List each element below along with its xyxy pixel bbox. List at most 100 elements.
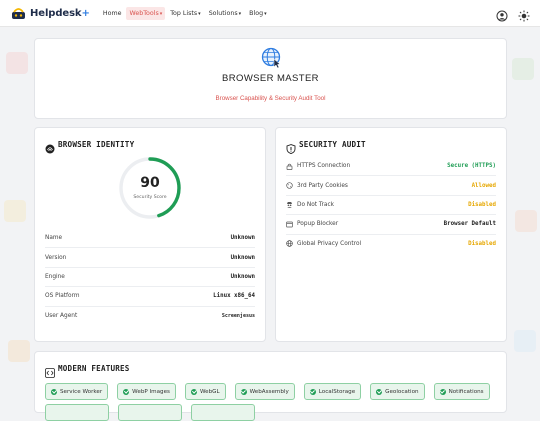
brand-logo[interactable]: Helpdesk + [11,7,90,20]
background-decoration [4,200,26,222]
security-score-value: 90 [140,175,160,191]
globe-icon [286,240,293,248]
card-header: SECURITY AUDIT [286,139,366,155]
nav-link-solutions[interactable]: Solutions▾ [206,7,244,20]
row-label: HTTPS Connection [297,163,351,170]
feature-chip-localstorage: LocalStorage [303,383,362,400]
card-title: SECURITY AUDIT [299,139,366,149]
background-decoration [512,58,534,80]
page-title: BROWSER MASTER [222,73,319,84]
row-value: Unknown [230,254,255,261]
row-label: 3rd Party Cookies [297,182,348,189]
nav-actions [496,7,530,22]
background-decoration [6,52,28,74]
card-header: BROWSER IDENTITY [45,139,134,154]
security-score-label: Security Score [133,195,167,200]
shield-icon [286,139,296,155]
row-value: Screenjesus [221,312,255,319]
feature-chip [45,404,109,421]
nav-link-top-lists[interactable]: Top Lists▾ [167,7,203,20]
row-label: Do Not Track [297,201,335,208]
top-navbar: Helpdesk + Home WebTools▾ Top Lists▾ Sol… [0,0,540,27]
row-label-group: 3rd Party Cookies [286,182,348,189]
lock-icon [286,163,293,170]
row-label-group: Do Not Track [286,201,335,209]
nav-link-blog[interactable]: Blog▾ [246,7,269,20]
card-title: MODERN FEATURES [58,363,130,373]
nav-link-label: WebTools [129,9,159,17]
feature-chip-list: Service Worker WebP Images WebGL WebAsse… [45,383,490,400]
row-label: OS Platform [45,293,80,300]
feature-chip-geolocation: Geolocation [370,383,425,400]
row-value: Browser Default [443,221,496,228]
nav-menu: Home WebTools▾ Top Lists▾ Solutions▾ Blo… [100,6,272,20]
feature-chip-notifications: Notifications [433,383,490,400]
feature-chip-webgl: WebGL [184,383,226,400]
nav-link-label: Top Lists [170,9,198,17]
chevron-down-icon: ▾ [198,10,201,17]
audit-row-cookies: 3rd Party Cookies Allowed [286,176,496,196]
audit-row-https: HTTPS Connection Secure (HTTPS) [286,157,496,177]
feature-chip-service-worker: Service Worker [45,383,109,400]
nav-link-home[interactable]: Home [100,7,125,20]
check-circle-icon [51,388,57,395]
row-label: User Agent [45,312,78,319]
row-label-group: HTTPS Connection [286,163,350,170]
user-account-icon[interactable] [496,7,508,22]
feature-label: LocalStorage [318,388,356,395]
check-circle-icon [123,388,130,395]
row-label: Name [45,235,63,242]
chevron-down-icon: ▾ [238,10,242,17]
row-value: Allowed [471,182,496,189]
background-decoration [514,330,536,352]
nav-link-label: Blog [249,9,264,17]
modern-features-card: MODERN FEATURES Service Worker WebP Imag… [34,351,507,421]
check-circle-icon [376,388,383,395]
row-label: Global Privacy Control [297,240,362,247]
feature-chip [191,404,255,421]
background-decoration [8,340,30,362]
background-decoration [515,210,537,232]
brand-plus: + [81,7,90,19]
audit-row-popup-blocker: Popup Blocker Browser Default [286,215,496,235]
feature-chip-webp: WebP Images [117,383,176,400]
check-circle-icon [190,388,197,395]
code-icon [45,363,55,378]
nav-link-webtools[interactable]: WebTools▾ [126,6,166,20]
row-value: Disabled [468,240,496,247]
row-value: Unknown [230,235,255,242]
feature-label: WebGL [199,388,220,395]
row-value: Unknown [230,273,255,280]
check-circle-icon [240,388,247,395]
identity-row-engine: Engine Unknown [45,268,255,288]
fingerprint-icon [45,139,55,154]
logo-icon [11,7,26,20]
row-label: Version [45,254,67,261]
row-value: Secure (HTTPS) [447,163,496,170]
brand-name: Helpdesk [30,7,82,19]
row-value: Linux x86_64 [213,293,255,300]
audit-row-gpc: Global Privacy Control Disabled [286,235,496,253]
row-label-group: Global Privacy Control [286,240,362,248]
row-value: Disabled [468,201,496,208]
identity-row-name: Name Unknown [45,229,255,249]
check-circle-icon [439,388,446,395]
row-label-group: Popup Blocker [286,221,338,228]
feature-chip-list-row2 [45,404,255,421]
page-subtitle: Browser Capability & Security Audit Tool [215,95,326,102]
card-header: MODERN FEATURES [45,363,130,378]
window-icon [286,221,293,228]
browser-identity-card: BROWSER IDENTITY 90 Security Score Name U… [34,127,266,342]
feature-label: WebP Images [132,388,170,395]
nav-link-label: Home [102,9,122,17]
theme-toggle-sun-icon[interactable] [518,7,530,22]
hero-card: BROWSER MASTER Browser Capability & Secu… [34,38,507,119]
identity-list: Name Unknown Version Unknown Engine Unknown… [45,229,255,325]
feature-label: Service Worker [60,388,103,395]
chevron-down-icon: ▾ [264,10,267,17]
audit-list: HTTPS Connection Secure (HTTPS) 3rd Part… [286,157,496,253]
feature-chip [118,404,182,421]
identity-row-version: Version Unknown [45,248,255,268]
nav-link-label: Solutions [208,9,238,17]
check-circle-icon [309,388,316,395]
